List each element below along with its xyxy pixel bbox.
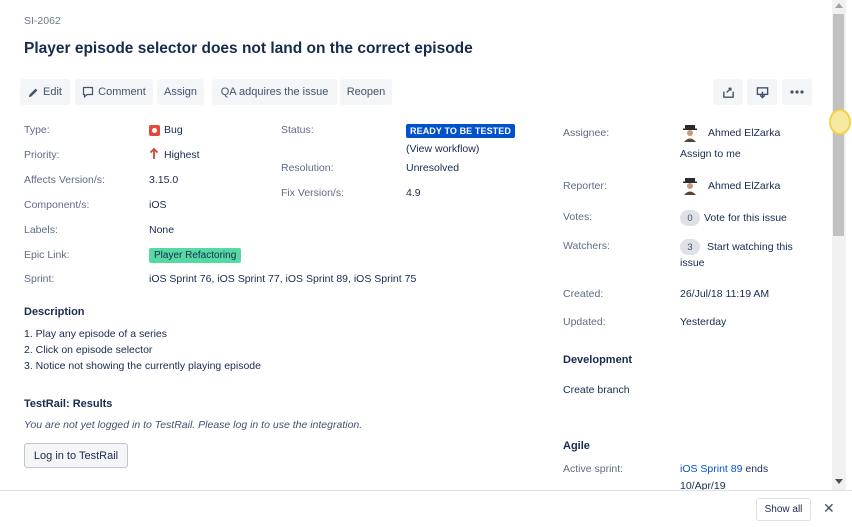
description-heading: Description	[24, 306, 85, 318]
testrail-heading: TestRail: Results	[24, 398, 113, 410]
votes-count-badge: 0	[680, 210, 700, 226]
sprint-label: Sprint:	[24, 273, 55, 285]
assign-button-label: Assign	[163, 86, 198, 98]
updated-label: Updated:	[563, 316, 606, 328]
comment-button[interactable]: Comment	[75, 79, 153, 105]
description-line: 1. Play any episode of a series	[24, 328, 168, 340]
votes-label: Votes:	[563, 211, 593, 223]
show-all-button[interactable]: Show all	[756, 498, 811, 521]
component-label: Component/s:	[24, 199, 90, 211]
footer-bar	[0, 490, 852, 527]
share-button[interactable]	[713, 79, 743, 105]
more-actions-button[interactable]	[782, 79, 812, 105]
view-workflow-link[interactable]: (View workflow)	[406, 143, 479, 155]
affects-version-value: 3.15.0	[149, 174, 179, 186]
assignee-name[interactable]: Ahmed ElZarka	[708, 127, 780, 139]
close-icon[interactable]: ✕	[823, 500, 835, 517]
active-sprint-label: Active sprint:	[563, 463, 624, 475]
development-heading: Development	[563, 354, 633, 366]
component-link[interactable]: iOS	[149, 199, 167, 211]
edit-button-label: Edit	[43, 86, 62, 98]
fix-version-label: Fix Version/s:	[281, 187, 345, 199]
created-label: Created:	[563, 288, 604, 300]
issue-title: Player episode selector does not land on…	[24, 40, 473, 57]
cursor-highlight	[829, 109, 851, 135]
status-lozenge: READY TO BE TESTED	[406, 124, 515, 138]
watchers-label: Watchers:	[563, 240, 610, 252]
description-line: 2. Click on episode selector	[24, 344, 153, 356]
testrail-login-button[interactable]: Log in to TestRail	[24, 443, 128, 468]
export-button[interactable]	[747, 79, 777, 105]
testrail-message: You are not yet logged in to TestRail. P…	[24, 419, 363, 431]
type-label: Type:	[24, 124, 50, 136]
share-icon	[722, 86, 735, 99]
comment-button-label: Comment	[98, 86, 146, 98]
pencil-icon	[28, 87, 39, 98]
issue-key[interactable]: SI-2062	[24, 15, 61, 27]
epic-lozenge[interactable]: Player Refactoring	[149, 248, 242, 263]
agile-heading: Agile	[563, 440, 590, 452]
arrow-up-icon	[149, 147, 159, 163]
scroll-up-arrow-icon[interactable]	[835, 3, 843, 8]
watch-link-continued[interactable]: issue	[680, 257, 705, 269]
comment-icon	[82, 86, 94, 98]
create-branch-link[interactable]: Create branch	[563, 384, 630, 396]
labels-value: None	[149, 224, 175, 236]
reopen-button[interactable]: Reopen	[340, 79, 392, 105]
sprint-value: iOS Sprint 76, iOS Sprint 77, iOS Sprint…	[149, 273, 417, 285]
scroll-down-arrow-icon[interactable]	[835, 479, 843, 484]
updated-value: Yesterday	[680, 316, 727, 328]
bug-icon	[149, 125, 160, 136]
edit-button[interactable]: Edit	[20, 79, 70, 105]
assignee-avatar	[682, 124, 698, 142]
qa-adquires-button[interactable]: QA adquires the issue	[212, 79, 337, 105]
active-sprint-link[interactable]: iOS Sprint 89	[680, 463, 742, 475]
epic-link-label: Epic Link:	[24, 249, 70, 261]
assign-button[interactable]: Assign	[157, 79, 204, 105]
fix-version-link[interactable]: 4.9	[406, 187, 421, 199]
vote-link[interactable]: Vote for this issue	[704, 212, 787, 224]
assignee-label: Assignee:	[563, 127, 610, 139]
resolution-label: Resolution:	[281, 162, 334, 174]
assign-to-me-link[interactable]: Assign to me	[680, 148, 741, 160]
reopen-button-label: Reopen	[346, 86, 386, 98]
description-line: 3. Notice not showing the currently play…	[24, 360, 261, 372]
type-value: Bug	[164, 124, 183, 136]
export-icon	[756, 86, 769, 99]
affects-version-label: Affects Version/s:	[24, 174, 105, 186]
labels-label: Labels:	[24, 224, 58, 236]
watchers-count-badge: 3	[680, 239, 700, 255]
created-value: 26/Jul/18 11:19 AM	[680, 288, 770, 300]
qa-adquires-button-label: QA adquires the issue	[220, 86, 329, 98]
resolution-value: Unresolved	[406, 162, 460, 174]
reporter-name[interactable]: Ahmed ElZarka	[708, 180, 780, 192]
priority-label: Priority:	[24, 149, 60, 161]
active-sprint-suffix: ends	[745, 463, 769, 475]
reporter-label: Reporter:	[563, 180, 607, 192]
reporter-avatar	[682, 177, 698, 195]
status-label: Status:	[281, 124, 314, 136]
watch-link[interactable]: Start watching this	[707, 241, 793, 253]
more-icon	[790, 90, 804, 94]
priority-value: Highest	[164, 149, 200, 161]
